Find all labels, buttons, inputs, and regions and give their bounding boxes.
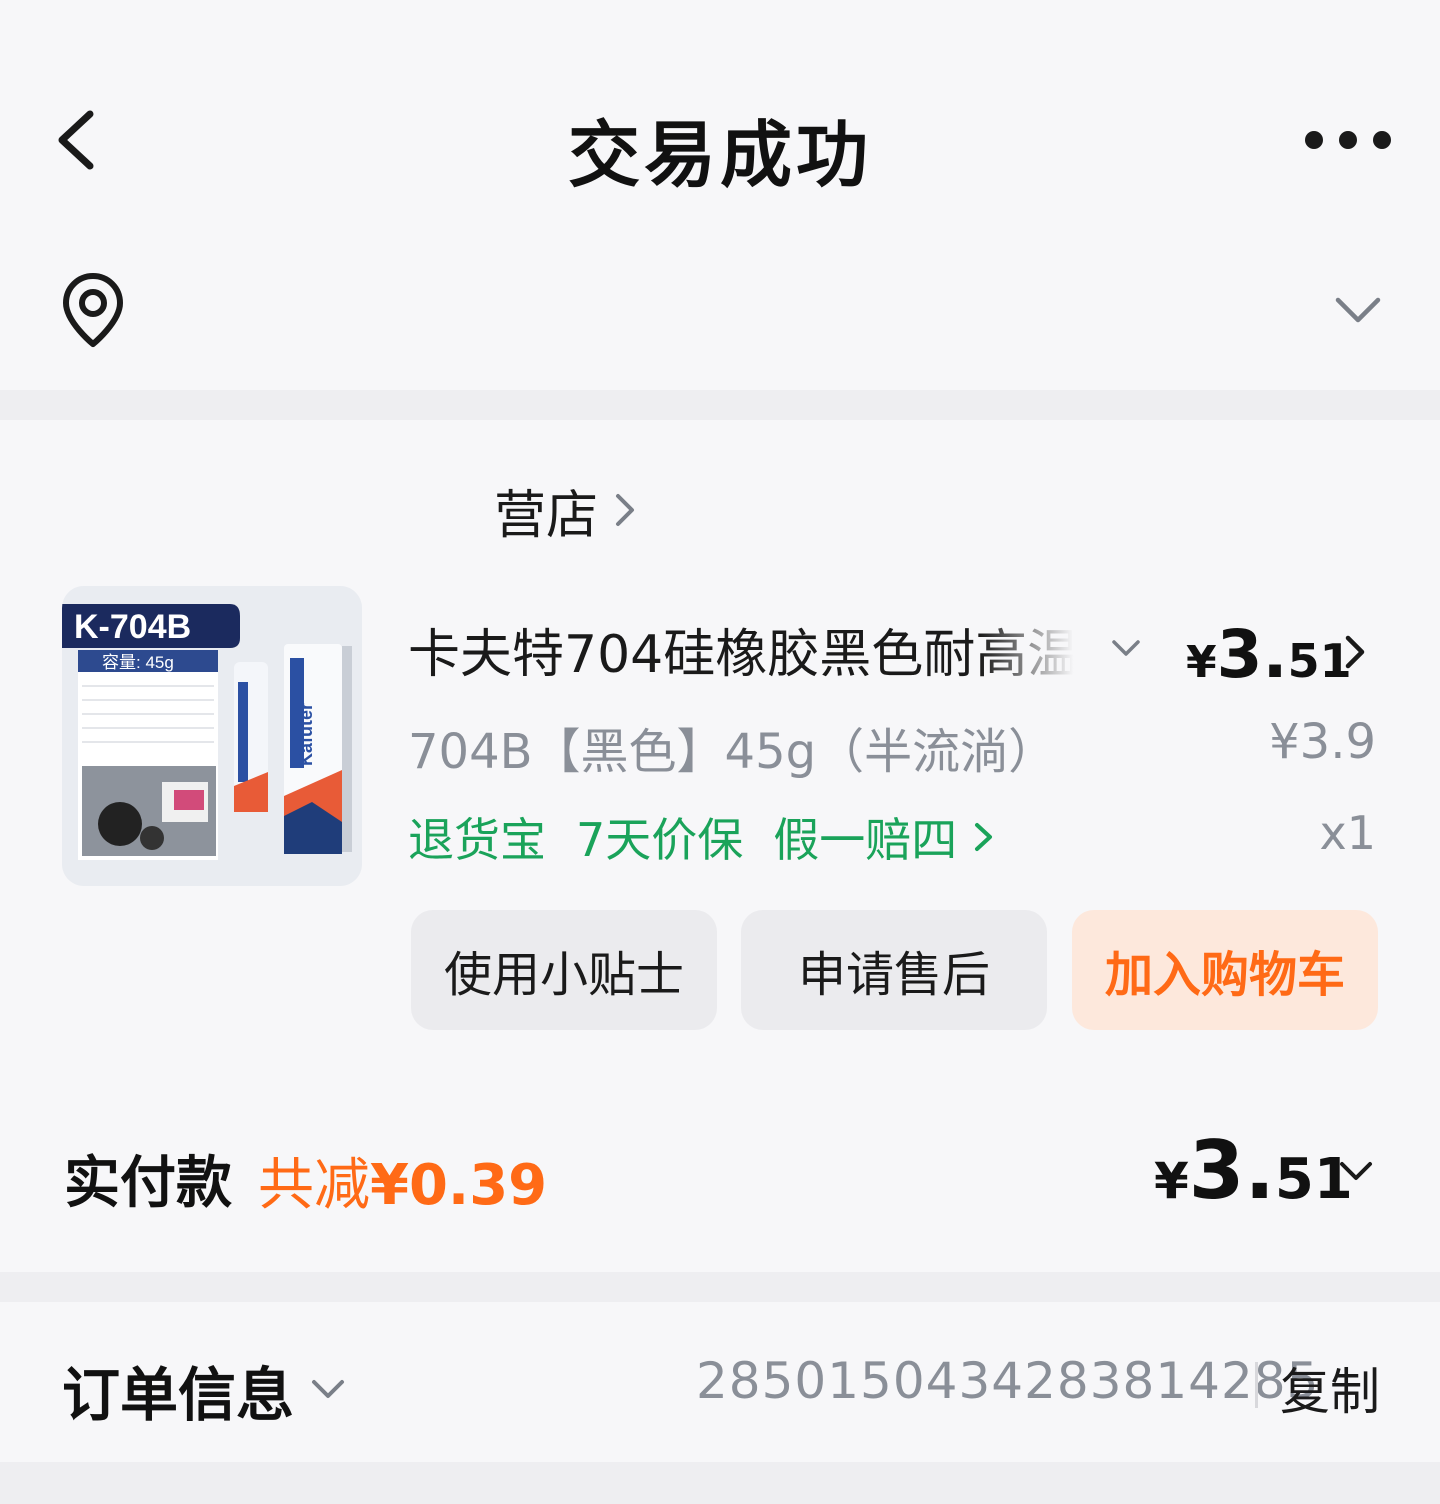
thumb-capacity-text: 容量: 45g	[102, 653, 174, 672]
price-currency: ¥	[1186, 637, 1217, 688]
original-price: ¥3.9	[1269, 714, 1376, 770]
service-return-insurance: 退货宝	[408, 813, 546, 867]
page-title: 交易成功	[567, 113, 872, 197]
order-info-label: 订单信息	[62, 1361, 295, 1429]
shop-name: 营店	[494, 485, 599, 546]
discount-prefix: 共减	[258, 1153, 370, 1218]
order-detail-page: 交易成功 营店 K-704B 容量: 45g Kafuter 卡夫特704硅橡胶…	[0, 0, 1440, 1504]
payment-row: 实付款 共减¥0.39 ¥ 3. 51	[0, 1120, 1440, 1230]
title-expand-button[interactable]	[1108, 634, 1144, 664]
total-currency: ¥	[1154, 1152, 1189, 1210]
product-thumbnail[interactable]: K-704B 容量: 45g Kafuter	[62, 586, 362, 886]
chevron-right-icon	[616, 494, 635, 526]
quantity: x1	[1319, 806, 1377, 860]
price-integer: 3.	[1216, 616, 1288, 693]
shop-link[interactable]: 营店	[60, 470, 640, 550]
discount-amount: ¥0.39	[370, 1153, 548, 1218]
unit-price: ¥ 3. 51	[1186, 616, 1352, 693]
chevron-down-icon	[312, 1380, 344, 1398]
order-info-expand-button[interactable]	[308, 1374, 348, 1404]
after-sale-button[interactable]: 申请售后	[741, 910, 1047, 1030]
copy-button[interactable]: 复制	[1280, 1352, 1380, 1424]
chevron-down-icon	[1112, 640, 1140, 656]
service-guarantees[interactable]: 退货宝 7天价保 假一赔四	[408, 804, 997, 870]
total-paid: ¥ 3. 51	[1154, 1124, 1353, 1217]
chevron-down-icon	[1335, 297, 1381, 323]
total-integer: 3.	[1188, 1124, 1275, 1217]
order-info-row: 订单信息 2850150434283814285 复制	[0, 1302, 1440, 1462]
section-divider	[0, 390, 1440, 420]
service-price-protect: 7天价保	[576, 813, 744, 867]
address-expand-button[interactable]	[1330, 290, 1386, 330]
service-fake-compensation: 假一赔四	[773, 813, 958, 867]
chevron-down-icon	[1340, 1162, 1372, 1180]
payment-label: 实付款	[64, 1151, 232, 1216]
order-number: 2850150434283814285	[696, 1352, 1320, 1410]
usage-tips-button[interactable]: 使用小贴士	[411, 910, 717, 1030]
discount-info: 共减¥0.39	[258, 1140, 547, 1221]
add-to-cart-button[interactable]: 加入购物车	[1072, 910, 1378, 1030]
thumb-brand-text: Kafuter	[296, 703, 316, 766]
location-pin-icon	[60, 270, 126, 350]
chevron-right-icon	[975, 823, 993, 851]
section-divider	[0, 1462, 1440, 1504]
more-button[interactable]	[1300, 118, 1400, 162]
price-detail-button[interactable]	[1340, 630, 1370, 674]
order-card: 营店 K-704B 容量: 45g Kafuter 卡夫特704硅橡胶黑色耐高温…	[0, 420, 1440, 1272]
chevron-right-icon	[1345, 635, 1365, 669]
address-row[interactable]	[0, 230, 1440, 390]
thumb-model-text: K-704B	[74, 608, 191, 646]
more-dots-icon	[1305, 131, 1391, 149]
nav-header: 交易成功	[0, 0, 1440, 230]
title-fade	[980, 608, 1090, 686]
vertical-divider	[1255, 1362, 1258, 1408]
product-sku: 704B【黑色】45g（半流淌）	[408, 724, 1057, 780]
section-divider	[0, 1272, 1440, 1302]
payment-expand-button[interactable]	[1336, 1156, 1376, 1188]
